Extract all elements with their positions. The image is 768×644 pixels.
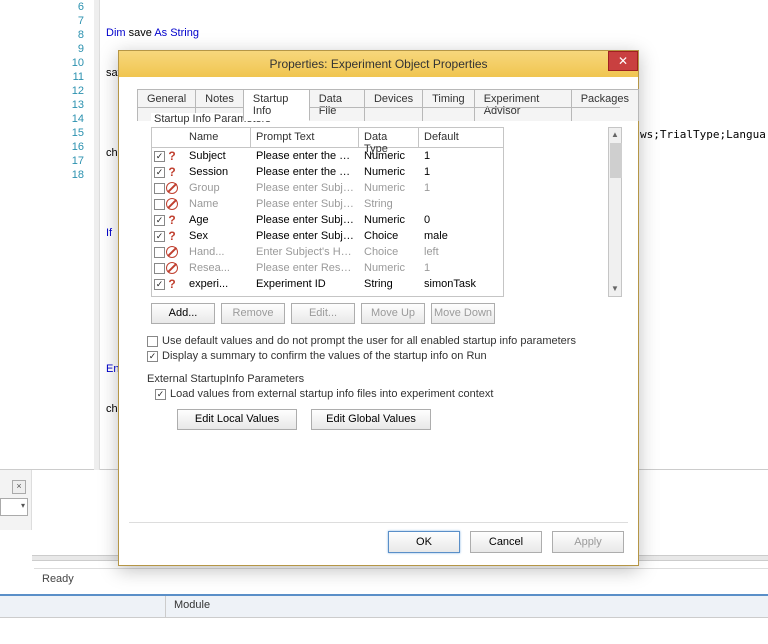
params-list: Name Prompt Text Data Type Default ✓?Sub…: [151, 127, 504, 297]
add-button[interactable]: Add...: [151, 303, 215, 324]
close-button[interactable]: ✕: [608, 51, 638, 71]
hdr-default[interactable]: Default: [419, 128, 503, 147]
load-external-label: Load values from external startup info f…: [170, 388, 493, 400]
table-row[interactable]: ✓?SubjectPlease enter the Sub...Numeric1: [152, 148, 503, 164]
disabled-icon: [166, 262, 178, 274]
dialog-titlebar[interactable]: Properties: Experiment Object Properties…: [119, 51, 638, 77]
table-row[interactable]: Hand...Enter Subject's Hand...Choiceleft: [152, 244, 503, 260]
edit-button[interactable]: Edit...: [291, 303, 355, 324]
list-header: Name Prompt Text Data Type Default: [152, 128, 503, 148]
scroll-thumb[interactable]: [610, 143, 622, 178]
row-checkbox[interactable]: [154, 183, 165, 194]
properties-dialog: Properties: Experiment Object Properties…: [118, 50, 639, 566]
load-external-checkbox[interactable]: ✓: [155, 389, 166, 400]
edit-local-button[interactable]: Edit Local Values: [177, 409, 297, 430]
edit-global-button[interactable]: Edit Global Values: [311, 409, 431, 430]
use-defaults-checkbox[interactable]: [147, 336, 158, 347]
display-summary-checkbox[interactable]: ✓: [147, 351, 158, 362]
row-checkbox[interactable]: ✓: [154, 151, 165, 162]
panel-dropdown[interactable]: [0, 498, 28, 516]
scroll-down-icon[interactable]: ▼: [609, 282, 621, 296]
remove-button[interactable]: Remove: [221, 303, 285, 324]
table-row[interactable]: GroupPlease enter Subject'...Numeric1: [152, 180, 503, 196]
question-icon: ?: [166, 213, 178, 227]
line-gutter: 678 91011 121314 151617 18: [52, 0, 92, 182]
table-row[interactable]: Resea...Please enter Resear...Numeric1: [152, 260, 503, 276]
row-checkbox[interactable]: ✓: [154, 167, 165, 178]
question-icon: ?: [166, 229, 178, 243]
moveup-button[interactable]: Move Up: [361, 303, 425, 324]
row-checkbox[interactable]: [154, 263, 165, 274]
bottom-pane: Module: [0, 594, 768, 644]
row-checkbox[interactable]: [154, 247, 165, 258]
row-checkbox[interactable]: ✓: [154, 215, 165, 226]
disabled-icon: [166, 246, 178, 258]
overflow-code: ws;TrialType;Langua: [640, 128, 766, 141]
apply-button[interactable]: Apply: [552, 531, 624, 553]
panel-close-icon[interactable]: ×: [12, 480, 26, 494]
table-row[interactable]: ✓?SexPlease enter Subject'...Choicemale: [152, 228, 503, 244]
hdr-name[interactable]: Name: [184, 128, 251, 147]
movedown-button[interactable]: Move Down: [431, 303, 495, 324]
disabled-icon: [166, 182, 178, 194]
bottom-col1: [0, 596, 51, 614]
ok-button[interactable]: OK: [388, 531, 460, 553]
table-row[interactable]: ✓?AgePlease enter Subject'...Numeric0: [152, 212, 503, 228]
table-row[interactable]: ✓?experi...Experiment IDStringsimonTask: [152, 276, 503, 292]
status-bar: Ready: [34, 568, 768, 588]
row-checkbox[interactable]: ✓: [154, 279, 165, 290]
list-scrollbar[interactable]: ▲ ▼: [608, 127, 622, 297]
question-icon: ?: [166, 149, 178, 163]
hdr-prompt[interactable]: Prompt Text: [251, 128, 359, 147]
table-row[interactable]: NamePlease enter Subject'...String: [152, 196, 503, 212]
tab-startup-info[interactable]: Startup Info: [243, 89, 310, 121]
external-group-label: External StartupInfo Parameters: [147, 373, 304, 385]
row-checkbox[interactable]: ✓: [154, 231, 165, 242]
question-icon: ?: [166, 277, 178, 291]
cancel-button[interactable]: Cancel: [470, 531, 542, 553]
bottom-col-module[interactable]: Module: [165, 596, 218, 618]
row-checkbox[interactable]: [154, 199, 165, 210]
display-summary-label: Display a summary to confirm the values …: [162, 350, 487, 362]
question-icon: ?: [166, 165, 178, 179]
use-defaults-label: Use default values and do not prompt the…: [162, 335, 576, 347]
scroll-up-icon[interactable]: ▲: [609, 128, 621, 142]
dialog-title: Properties: Experiment Object Properties: [269, 57, 487, 71]
table-row[interactable]: ✓?SessionPlease enter the Ses...Numeric1: [152, 164, 503, 180]
hdr-datatype[interactable]: Data Type: [359, 128, 419, 147]
disabled-icon: [166, 198, 178, 210]
